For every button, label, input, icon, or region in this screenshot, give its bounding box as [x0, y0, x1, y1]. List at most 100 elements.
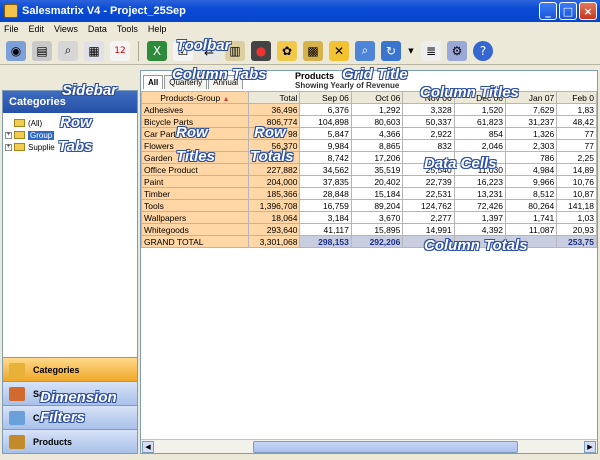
data-cell[interactable]: 141,18 — [556, 199, 597, 212]
dimension-products[interactable]: Products — [3, 429, 137, 453]
column-total[interactable] — [505, 235, 558, 248]
data-cell[interactable]: 786 — [505, 151, 558, 164]
clipboard-icon[interactable]: ▥ — [225, 40, 245, 61]
data-cell[interactable]: 2,25 — [556, 151, 597, 164]
column-total[interactable]: 2 — [402, 235, 455, 248]
data-cell[interactable]: 9,984 — [299, 139, 352, 152]
data-cell[interactable]: 1,83 — [556, 103, 597, 116]
scroll-right-icon[interactable]: ▶ — [584, 441, 596, 453]
data-cell[interactable]: 3,328 — [402, 103, 455, 116]
data-cell[interactable]: 16,759 — [299, 199, 352, 212]
refresh-icon[interactable]: ↻ — [381, 40, 401, 61]
row-total[interactable]: 98 — [247, 127, 301, 140]
data-cell[interactable]: 22,531 — [402, 187, 455, 200]
data-cell[interactable]: 13,231 — [453, 187, 507, 200]
data-cell[interactable]: 10,76 — [556, 175, 597, 188]
data-cell[interactable]: 22,739 — [402, 175, 455, 188]
row-title[interactable]: Timber — [141, 187, 249, 200]
row-title[interactable]: Bicycle Parts — [141, 115, 249, 128]
row-total[interactable]: 806,774 — [247, 115, 301, 128]
row-title[interactable]: Tools — [141, 199, 249, 212]
find-icon[interactable]: ⌕ — [355, 40, 375, 61]
settings-icon[interactable]: ⚙ — [447, 40, 467, 61]
shuffle-icon[interactable]: ✕ — [329, 40, 349, 61]
data-cell[interactable]: 8,742 — [299, 151, 352, 164]
data-cell[interactable]: 14,991 — [402, 223, 455, 236]
menu-help[interactable]: Help — [148, 24, 167, 34]
row-header[interactable]: Products-Group ▲ — [141, 91, 249, 104]
tree-item-all[interactable]: (All) — [5, 117, 135, 129]
column-total[interactable] — [453, 235, 507, 248]
tab-quarterly[interactable]: Quarterly — [164, 75, 208, 89]
data-cell[interactable]: 61,823 — [453, 115, 507, 128]
data-cell[interactable]: 1,292 — [350, 103, 404, 116]
scrollbar-thumb[interactable] — [253, 441, 518, 453]
data-cell[interactable]: 77 — [556, 127, 597, 140]
data-cell[interactable]: 1,326 — [505, 127, 558, 140]
data-cell[interactable]: 89,204 — [350, 199, 404, 212]
column-title[interactable]: Oct 06 — [350, 91, 404, 104]
data-cell[interactable]: 20,402 — [350, 175, 404, 188]
menu-file[interactable]: File — [4, 24, 19, 34]
row-title[interactable]: Flowers — [141, 139, 249, 152]
data-cell[interactable]: 10,87 — [556, 187, 597, 200]
data-cell[interactable]: 104,898 — [299, 115, 352, 128]
data-cell[interactable]: 1,03 — [556, 211, 597, 224]
dimension-sales[interactable]: Sa — [3, 381, 137, 405]
data-cell[interactable]: 34,562 — [299, 163, 352, 176]
data-cell[interactable]: 35,519 — [350, 163, 404, 176]
data-cell[interactable]: 48,42 — [556, 115, 597, 128]
data-cell[interactable]: 28,848 — [299, 187, 352, 200]
row-title[interactable]: Wallpapers — [141, 211, 249, 224]
data-cell[interactable] — [453, 151, 507, 164]
data-cell[interactable]: 4,984 — [505, 163, 558, 176]
data-cell[interactable]: 7,629 — [505, 103, 558, 116]
row-title[interactable]: Car Parts — [141, 127, 249, 140]
column-total[interactable]: 292,206 — [350, 235, 404, 248]
data-cell[interactable]: 1,397 — [453, 211, 507, 224]
row-title[interactable]: Adhesives — [141, 103, 249, 116]
data-cell[interactable] — [402, 151, 455, 164]
data-cell[interactable]: 4,392 — [453, 223, 507, 236]
scroll-left-icon[interactable]: ◀ — [142, 441, 154, 453]
data-cell[interactable]: 9,966 — [505, 175, 558, 188]
calendar-12-icon[interactable]: 12 — [110, 40, 130, 61]
data-cell[interactable]: 8,865 — [350, 139, 404, 152]
data-cell[interactable]: 1,741 — [505, 211, 558, 224]
close-icon[interactable]: × — [579, 2, 597, 20]
data-cell[interactable]: 25,540 — [402, 163, 455, 176]
row-title[interactable]: Whitegoods — [141, 223, 249, 236]
data-cell[interactable]: 124,762 — [402, 199, 455, 212]
row-total[interactable] — [247, 151, 301, 164]
column-title[interactable]: Nov 06 — [402, 91, 455, 104]
data-cell[interactable]: 20,93 — [556, 223, 597, 236]
row-total[interactable]: 293,640 — [247, 223, 301, 236]
data-cell[interactable]: 15,895 — [350, 223, 404, 236]
calendar-icon[interactable]: ▦ — [84, 40, 104, 61]
data-cell[interactable]: 3,184 — [299, 211, 352, 224]
traffic-light-icon[interactable]: ● — [251, 40, 271, 61]
column-title[interactable]: Dec 06 — [453, 91, 507, 104]
data-cell[interactable]: 16,223 — [453, 175, 507, 188]
data-cell[interactable]: 17,206 — [350, 151, 404, 164]
tree-item-group[interactable]: + Group — [5, 129, 135, 141]
dropdown-arrow-icon[interactable]: ▼ — [407, 41, 415, 61]
horizontal-scrollbar[interactable]: ◀ ▶ — [141, 439, 597, 453]
column-title[interactable]: Sep 06 — [299, 91, 352, 104]
data-cell[interactable]: 2,277 — [402, 211, 455, 224]
print-icon[interactable]: ▤ — [32, 40, 52, 61]
data-cell[interactable]: 1,520 — [453, 103, 507, 116]
data-cell[interactable]: 3,670 — [350, 211, 404, 224]
column-title[interactable]: Total — [247, 91, 301, 104]
row-total[interactable]: 185,366 — [247, 187, 301, 200]
palette-icon[interactable]: ✿ — [277, 40, 297, 61]
column-total[interactable]: 253,75 — [556, 235, 597, 248]
calculator-icon[interactable]: ▩ — [303, 40, 323, 61]
tab-annual[interactable]: Annual — [208, 75, 244, 89]
data-cell[interactable]: 2,303 — [505, 139, 558, 152]
maximize-icon[interactable]: □ — [559, 2, 577, 20]
data-cell[interactable]: 6,376 — [299, 103, 352, 116]
row-total[interactable]: 1,396,708 — [247, 199, 301, 212]
row-title[interactable]: Office Product — [141, 163, 249, 176]
data-cell[interactable]: 11,087 — [505, 223, 558, 236]
